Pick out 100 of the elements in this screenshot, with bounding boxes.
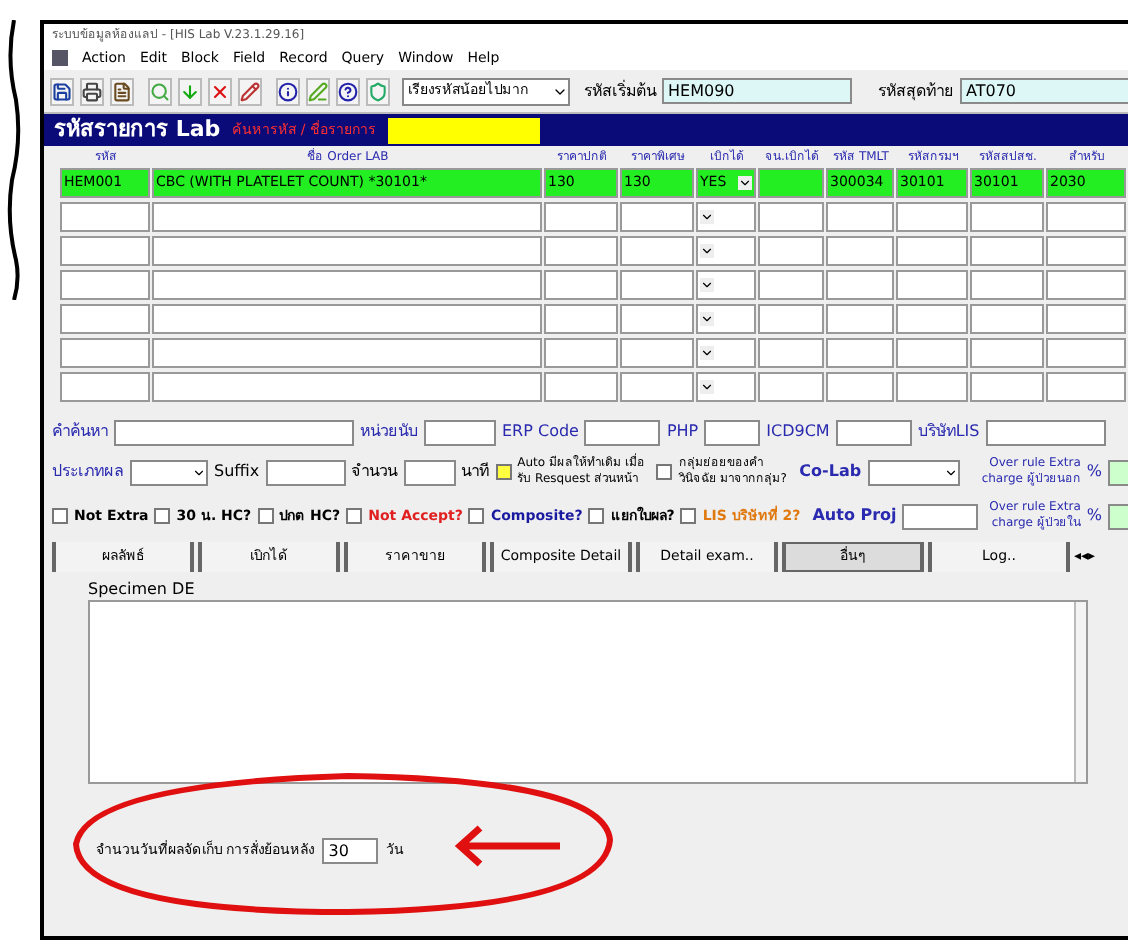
checkbox[interactable] (680, 508, 697, 524)
count-field[interactable] (403, 459, 456, 485)
table-cell[interactable] (758, 236, 824, 266)
info-icon[interactable] (276, 77, 300, 105)
table-cell[interactable] (544, 202, 618, 232)
table-cell[interactable] (758, 202, 824, 232)
search-icon[interactable] (148, 77, 172, 105)
table-cell[interactable] (152, 236, 542, 266)
table-cell[interactable] (544, 304, 618, 334)
table-cell[interactable] (60, 270, 150, 300)
table-cell[interactable] (970, 270, 1044, 300)
table-cell[interactable] (152, 304, 542, 334)
checkbox[interactable] (52, 508, 68, 524)
table-cell[interactable] (826, 372, 894, 402)
save-icon[interactable] (50, 77, 74, 105)
table-cell[interactable] (60, 338, 150, 368)
auto-proj-field[interactable] (902, 503, 979, 529)
table-cell[interactable] (60, 372, 150, 402)
checkbox[interactable] (656, 464, 673, 480)
search-field[interactable] (387, 117, 540, 143)
end-code-field[interactable]: AT070 (960, 78, 1128, 104)
table-cell[interactable] (826, 202, 894, 232)
table-cell[interactable] (620, 202, 694, 232)
pencil-icon[interactable] (238, 77, 262, 105)
table-cell[interactable] (758, 338, 824, 368)
table-cell[interactable] (1046, 304, 1126, 334)
table-cell[interactable] (60, 236, 150, 266)
app-icon (52, 50, 68, 66)
table-cell[interactable] (1046, 202, 1126, 232)
table-cell[interactable] (826, 236, 894, 266)
table-cell[interactable] (60, 202, 150, 232)
table-cell[interactable] (1046, 236, 1126, 266)
text-field[interactable] (985, 419, 1106, 445)
printer-icon[interactable] (80, 77, 104, 105)
table-cell[interactable] (896, 202, 968, 232)
table-cell[interactable] (544, 270, 618, 300)
table-cell[interactable] (544, 236, 618, 266)
scrollbar[interactable] (1074, 602, 1086, 782)
table-cell[interactable] (896, 304, 968, 334)
field-label: จำนวน (351, 462, 398, 482)
text-field[interactable] (584, 419, 661, 445)
table-cell[interactable] (60, 304, 150, 334)
table-cell[interactable] (970, 304, 1044, 334)
type-select[interactable] (130, 459, 209, 485)
table-cell[interactable] (758, 372, 824, 402)
caret-icon (700, 380, 714, 394)
table-cell[interactable] (696, 338, 756, 368)
table-cell[interactable] (970, 202, 1044, 232)
table-cell[interactable] (152, 338, 542, 368)
text-field[interactable] (704, 419, 761, 445)
table-cell[interactable] (758, 168, 824, 198)
table-cell[interactable] (826, 338, 894, 368)
table-cell[interactable] (152, 372, 542, 402)
suffix-field[interactable] (265, 459, 346, 485)
table-cell[interactable] (696, 202, 756, 232)
text-field[interactable] (835, 419, 912, 445)
table-cell[interactable] (1046, 270, 1126, 300)
table-cell[interactable] (620, 270, 694, 300)
table-cell[interactable] (896, 270, 968, 300)
help-icon[interactable] (336, 77, 360, 105)
checkbox[interactable] (154, 508, 171, 524)
table-cell[interactable] (544, 338, 618, 368)
colab-select[interactable] (867, 459, 960, 485)
checkbox[interactable] (588, 508, 605, 524)
table-cell[interactable] (1046, 372, 1126, 402)
text-field[interactable] (424, 419, 496, 445)
table-cell[interactable] (896, 338, 968, 368)
table-cell[interactable] (896, 372, 968, 402)
table-cell[interactable] (152, 270, 542, 300)
text-field[interactable] (114, 419, 354, 445)
table-cell[interactable] (620, 372, 694, 402)
checkbox[interactable] (495, 464, 512, 480)
table-cell[interactable] (826, 270, 894, 300)
retention-days-field[interactable]: 30 (322, 838, 379, 864)
checkbox[interactable] (346, 508, 363, 524)
table-cell[interactable] (970, 372, 1044, 402)
table-cell[interactable] (758, 304, 824, 334)
table-cell[interactable] (1046, 338, 1126, 368)
table-cell[interactable] (620, 236, 694, 266)
table-cell[interactable] (826, 304, 894, 334)
checkbox[interactable] (257, 508, 274, 524)
table-cell[interactable] (620, 338, 694, 368)
start-code-field[interactable]: HEM090 (662, 78, 852, 104)
table-cell[interactable] (152, 202, 542, 232)
table-cell[interactable] (896, 236, 968, 266)
caret-icon (700, 244, 714, 258)
table-cell[interactable] (970, 236, 1044, 266)
table-cell[interactable] (620, 304, 694, 334)
specimen-textarea[interactable] (88, 600, 1088, 784)
table-cell[interactable] (970, 338, 1044, 368)
checkbox[interactable] (468, 508, 485, 524)
table-cell[interactable] (696, 236, 756, 266)
arrow-down-icon[interactable] (178, 77, 202, 105)
table-cell[interactable] (544, 372, 618, 402)
table-cell[interactable] (696, 304, 756, 334)
close-icon[interactable] (208, 77, 232, 105)
document-icon[interactable] (110, 77, 134, 105)
table-cell[interactable] (696, 270, 756, 300)
table-cell[interactable] (758, 270, 824, 300)
table-cell[interactable] (696, 372, 756, 402)
